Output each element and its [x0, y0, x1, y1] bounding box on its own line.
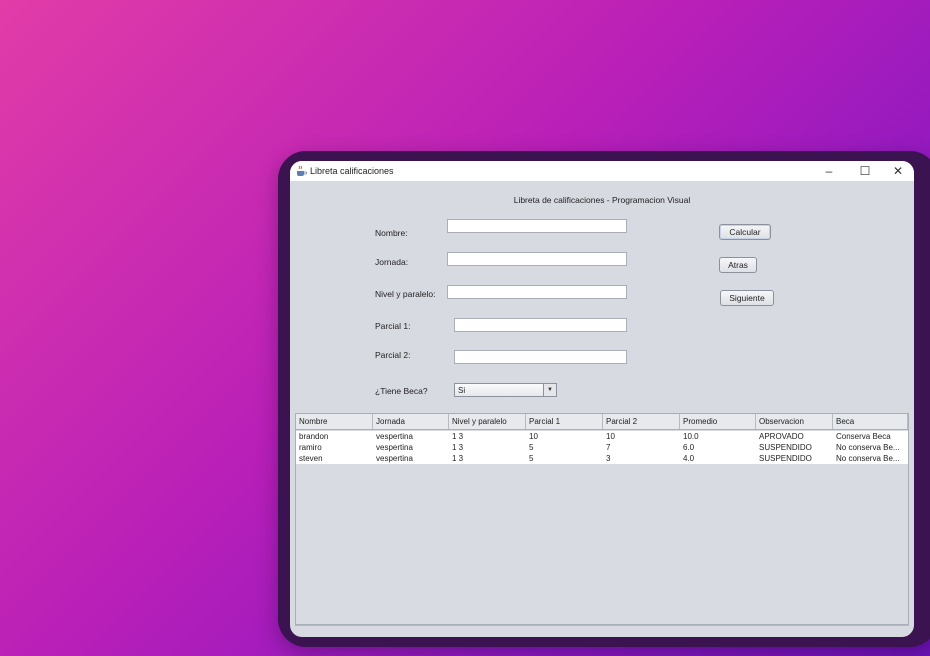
nivel-label: Nivel y paralelo:: [375, 289, 436, 299]
column-header-nombre[interactable]: Nombre: [296, 414, 373, 429]
column-header-jornada[interactable]: Jornada: [373, 414, 449, 429]
minimize-button[interactable]: –: [814, 163, 844, 179]
maximize-button[interactable]: ☐: [850, 163, 880, 179]
cell-promedio: 10.0: [683, 432, 699, 441]
parcial2-label: Parcial 2:: [375, 350, 411, 360]
chevron-down-icon[interactable]: ▼: [543, 384, 556, 396]
nivel-input[interactable]: [447, 285, 627, 299]
cell-parcial1: 5: [529, 443, 534, 452]
cell-promedio: 4.0: [683, 454, 695, 463]
cell-parcial2: 3: [606, 454, 611, 463]
parcial2-input[interactable]: [454, 350, 627, 364]
cell-nombre: ramiro: [299, 443, 322, 452]
cell-nivel: 1 3: [452, 432, 464, 441]
cell-nombre: steven: [299, 454, 323, 463]
table-row[interactable]: steven vespertina 1 3 5 3 4.0 SUSPENDIDO…: [296, 453, 908, 464]
column-header-parcial2[interactable]: Parcial 2: [603, 414, 680, 429]
cell-parcial1: 5: [529, 454, 534, 463]
table-row[interactable]: ramiro vespertina 1 3 5 7 6.0 SUSPENDIDO…: [296, 442, 908, 453]
column-header-observacion[interactable]: Observacion: [756, 414, 833, 429]
column-header-beca[interactable]: Beca: [833, 414, 908, 429]
cell-promedio: 6.0: [683, 443, 695, 452]
nombre-label: Nombre:: [375, 228, 408, 238]
title-bar: Libreta calificaciones – ☐ ✕: [290, 161, 914, 181]
table-header: Nombre Jornada Nivel y paralelo Parcial …: [296, 414, 908, 430]
window-title: Libreta calificaciones: [310, 166, 394, 176]
jornada-input[interactable]: [447, 252, 627, 266]
column-header-parcial1[interactable]: Parcial 1: [526, 414, 603, 429]
cell-nivel: 1 3: [452, 454, 464, 463]
cell-nombre: brandon: [299, 432, 329, 441]
cell-jornada: vespertina: [376, 443, 413, 452]
cell-observacion: APROVADO: [759, 432, 804, 441]
column-header-nivel[interactable]: Nivel y paralelo: [449, 414, 526, 429]
close-button[interactable]: ✕: [883, 163, 913, 179]
jornada-label: Jornada:: [375, 257, 409, 267]
parcial1-input[interactable]: [454, 318, 627, 332]
parcial1-label: Parcial 1:: [375, 321, 411, 331]
cell-jornada: vespertina: [376, 454, 413, 463]
siguiente-button[interactable]: Siguiente: [720, 290, 774, 306]
grades-table[interactable]: Nombre Jornada Nivel y paralelo Parcial …: [295, 413, 909, 625]
cell-jornada: vespertina: [376, 432, 413, 441]
cell-nivel: 1 3: [452, 443, 464, 452]
table-row[interactable]: brandon vespertina 1 3 10 10 10.0 APROVA…: [296, 431, 908, 442]
cell-parcial2: 7: [606, 443, 611, 452]
java-cup-icon: [297, 165, 307, 176]
cell-beca: No conserva Be...: [836, 454, 900, 463]
cell-observacion: SUSPENDIDO: [759, 454, 812, 463]
app-window: Libreta calificaciones – ☐ ✕ Libreta de …: [290, 161, 914, 637]
calcular-button[interactable]: Calcular: [719, 224, 771, 240]
nombre-input[interactable]: [447, 219, 627, 233]
cell-beca: Conserva Beca: [836, 432, 891, 441]
atras-button[interactable]: Atras: [719, 257, 757, 273]
cell-parcial2: 10: [606, 432, 615, 441]
beca-select[interactable]: Si ▼: [454, 383, 557, 397]
divider: [295, 625, 909, 626]
beca-select-value: Si: [458, 386, 466, 395]
cell-parcial1: 10: [529, 432, 538, 441]
form-header: Libreta de calificaciones - Programacion…: [513, 195, 691, 205]
beca-label: ¿Tiene Beca?: [375, 386, 428, 396]
cell-beca: No conserva Be...: [836, 443, 900, 452]
column-header-promedio[interactable]: Promedio: [680, 414, 756, 429]
cell-observacion: SUSPENDIDO: [759, 443, 812, 452]
